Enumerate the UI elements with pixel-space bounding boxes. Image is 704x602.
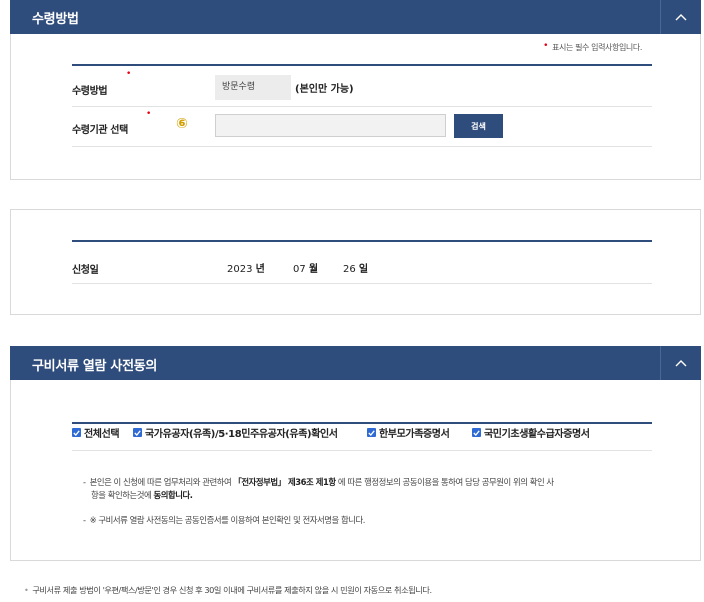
step-marker: ⑥ bbox=[176, 116, 188, 132]
divider bbox=[72, 64, 652, 66]
receive-method-collapse-button[interactable] bbox=[660, 0, 701, 34]
consent-collapse-button[interactable] bbox=[660, 346, 701, 380]
required-note: • 표시는 필수 입력사항입니다. bbox=[543, 41, 642, 52]
consent-header: 구비서류 열람 사전동의 bbox=[10, 346, 701, 380]
checkbox-checked-icon bbox=[367, 428, 376, 437]
chevron-up-icon bbox=[675, 360, 687, 367]
checkbox-basic-livelihood-certificate[interactable]: 국민기초생활수급자증명서 bbox=[472, 425, 590, 440]
divider bbox=[72, 422, 652, 424]
cancellation-footnote: • 구비서류 제출 방법이 '우편/팩스/방문'인 경우 신청 후 30일 이내에… bbox=[24, 585, 432, 595]
checkbox-veteran-certificate[interactable]: 국가유공자(유족)/5·18민주유공자(유족)확인서 bbox=[133, 425, 338, 440]
date-label: 신청일 bbox=[72, 265, 99, 276]
chevron-up-icon bbox=[675, 14, 687, 21]
consent-paragraph: - 본인은 이 신청에 따른 업무처리와 관련하여 「전자정부법」 제36조 제1… bbox=[83, 477, 554, 500]
receive-method-panel: • 표시는 필수 입력사항입니다. 수령방법 • 방문수령 (본인만 가능) 수령… bbox=[10, 34, 701, 180]
checkbox-checked-icon bbox=[72, 428, 81, 437]
checkbox-checked-icon bbox=[472, 428, 481, 437]
checkbox-select-all[interactable]: 전체선택 bbox=[72, 425, 120, 440]
consent-certificate-note: - ※ 구비서류 열람 사전동의는 공동인증서를 이용하여 본인확인 및 전자서명… bbox=[83, 515, 365, 525]
date-year: 2023 년 bbox=[227, 264, 265, 275]
row-divider bbox=[72, 450, 652, 451]
institution-label: 수령기관 선택 bbox=[72, 125, 128, 136]
required-mark: • bbox=[543, 41, 549, 51]
receive-method-header: 수령방법 bbox=[10, 0, 701, 34]
method-label: 수령방법 bbox=[72, 86, 108, 97]
checkbox-checked-icon bbox=[133, 428, 142, 437]
institution-input[interactable] bbox=[215, 114, 446, 137]
row-divider bbox=[72, 283, 652, 284]
receive-method-title: 수령방법 bbox=[32, 12, 79, 27]
row-divider bbox=[72, 146, 652, 147]
method-value: 방문수령 bbox=[215, 75, 291, 100]
search-button[interactable]: 검색 bbox=[454, 114, 503, 138]
date-day: 26 일 bbox=[343, 264, 369, 275]
date-month: 07 월 bbox=[293, 264, 319, 275]
required-mark: • bbox=[146, 109, 152, 119]
row-divider bbox=[72, 106, 652, 107]
consent-panel: 전체선택 국가유공자(유족)/5·18민주유공자(유족)확인서 한부모가족증명서… bbox=[10, 380, 701, 561]
method-note: (본인만 가능) bbox=[295, 84, 354, 95]
checkbox-single-parent-certificate[interactable]: 한부모가족증명서 bbox=[367, 425, 450, 440]
application-date-panel: 신청일 2023 년 07 월 26 일 bbox=[10, 209, 701, 315]
required-mark: • bbox=[126, 69, 132, 79]
divider bbox=[72, 240, 652, 242]
consent-title: 구비서류 열람 사전동의 bbox=[32, 359, 158, 374]
